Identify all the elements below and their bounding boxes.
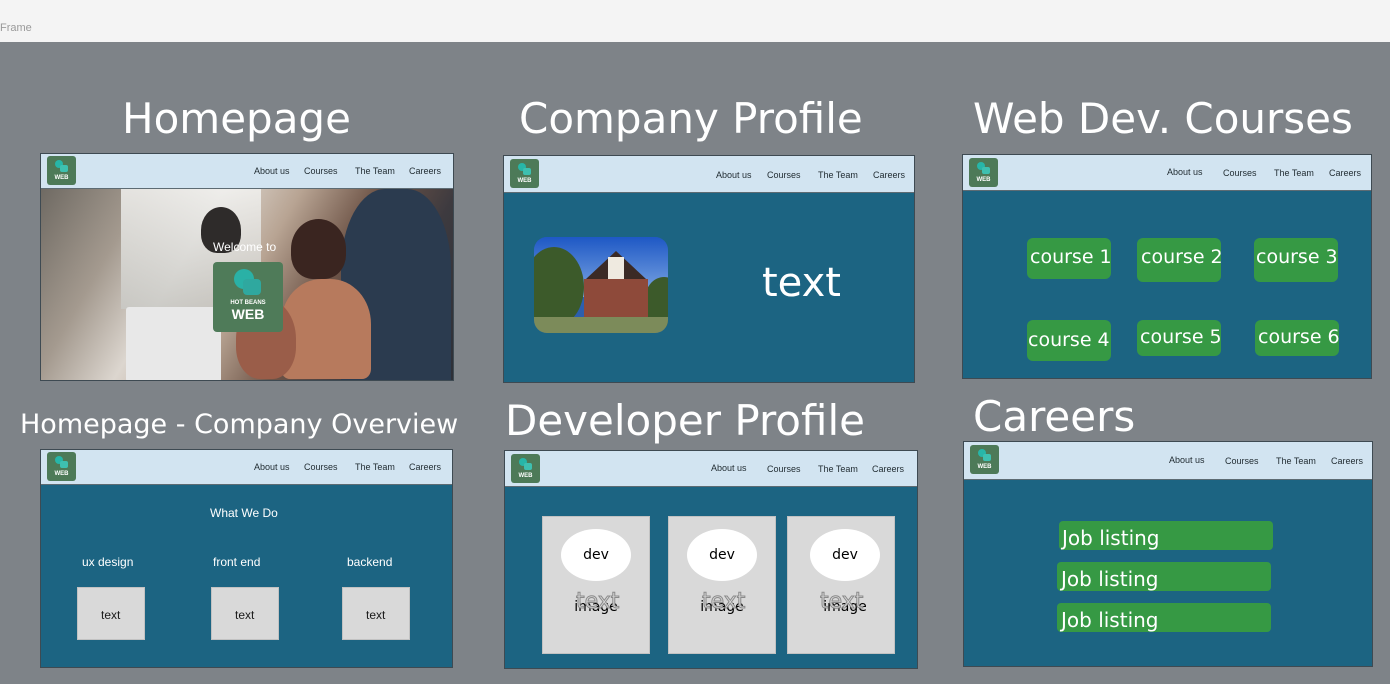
developer-text: text [575,589,620,615]
title-careers: Careers [973,392,1136,441]
nav-about-link[interactable]: About us [1167,167,1203,177]
course-button-2[interactable]: course 2 [1137,238,1223,282]
nav-about-link[interactable]: About us [254,166,290,176]
nav-bar: WEB About us Courses The Team Careers [41,450,452,485]
hot-beans-logo-icon[interactable]: WEB [510,159,539,188]
developer-card[interactable]: dev image text [542,516,650,654]
nav-team-link[interactable]: The Team [355,462,395,472]
nav-careers-link[interactable]: Careers [1329,168,1361,178]
title-developer-profile: Developer Profile [505,396,865,445]
developer-card[interactable]: dev image text [787,516,895,654]
nav-courses-link[interactable]: Courses [1223,168,1257,178]
nav-about-link[interactable]: About us [716,170,752,180]
course-button-6[interactable]: course 6 [1255,320,1340,356]
company-profile-frame[interactable]: WEB About us Courses The Team Careers te… [503,155,915,383]
overview-column-label: backend [347,555,393,569]
nav-bar: WEB About us Courses The Team Careers [41,154,453,189]
developer-image: dev image [810,529,880,615]
nav-courses-link[interactable]: Courses [767,170,801,180]
nav-about-link[interactable]: About us [1169,455,1205,465]
nav-team-link[interactable]: The Team [1274,168,1314,178]
nav-careers-link[interactable]: Careers [1331,456,1363,466]
job-listing-button[interactable]: Job listing [1057,562,1271,591]
developer-image: dev image [687,529,757,615]
developer-text: text [701,589,746,615]
overview-text-box: text [211,587,279,640]
nav-about-link[interactable]: About us [711,463,747,473]
hot-beans-logo-icon[interactable]: WEB [969,158,998,187]
nav-careers-link[interactable]: Careers [409,166,441,176]
course-button-4[interactable]: course 4 [1027,320,1111,361]
nav-about-link[interactable]: About us [254,462,290,472]
title-company-profile: Company Profile [519,94,863,143]
editor-topbar [0,0,1390,42]
frame-label[interactable]: Frame [0,22,32,34]
overview-box-text: text [366,608,386,622]
title-homepage: Homepage [122,94,351,143]
course-button-3[interactable]: course 3 [1254,238,1338,282]
nav-bar: WEB About us Courses The Team Careers [504,156,914,193]
nav-careers-link[interactable]: Careers [409,462,441,472]
developer-card[interactable]: dev image text [668,516,776,654]
company-profile-text: text [762,260,841,306]
overview-column-label: front end [213,555,261,569]
job-listing-button[interactable]: Job listing [1059,521,1273,550]
overview-column-label: ux design [82,555,134,569]
nav-courses-link[interactable]: Courses [1225,456,1259,466]
hero-logo-icon: HOT BEANS WEB [213,262,283,332]
nav-courses-link[interactable]: Courses [304,462,338,472]
overview-text-box: text [77,587,145,640]
careers-frame[interactable]: WEB About us Courses The Team Careers Jo… [963,441,1373,667]
hot-beans-logo-icon[interactable]: WEB [47,156,76,185]
nav-team-link[interactable]: The Team [818,464,858,474]
course-button-1[interactable]: course 1 [1027,238,1112,279]
nav-courses-link[interactable]: Courses [767,464,801,474]
nav-bar: WEB About us Courses The Team Careers [964,442,1372,480]
job-listing-button[interactable]: Job listing [1057,603,1271,632]
developer-text: text [819,589,864,615]
overview-text-box: text [342,587,410,640]
nav-careers-link[interactable]: Careers [873,170,905,180]
company-building-image [534,237,668,333]
hero-logo-big-text: WEB [231,306,265,322]
hot-beans-logo-icon[interactable]: WEB [970,445,999,474]
developer-image: dev image [561,529,631,615]
course-button-5[interactable]: course 5 [1137,320,1222,356]
overview-heading: What We Do [210,506,278,520]
hero-welcome-text: Welcome to [213,240,277,254]
hot-beans-logo-icon[interactable]: WEB [47,452,76,481]
title-company-overview: Homepage - Company Overview [20,409,459,440]
title-web-dev-courses: Web Dev. Courses [973,94,1353,143]
homepage-frame[interactable]: WEB About us Courses The Team Careers We… [40,153,454,381]
developer-profile-frame[interactable]: WEB About us Courses The Team Careers de… [504,450,918,669]
nav-team-link[interactable]: The Team [1276,456,1316,466]
overview-box-text: text [101,608,121,622]
nav-careers-link[interactable]: Careers [872,464,904,474]
overview-box-text: text [235,608,255,622]
courses-frame[interactable]: WEB About us Courses The Team Careers co… [962,154,1372,379]
company-overview-frame[interactable]: WEB About us Courses The Team Careers Wh… [40,449,453,668]
nav-bar: WEB About us Courses The Team Careers [963,155,1371,191]
nav-team-link[interactable]: The Team [355,166,395,176]
hero-image: Welcome to HOT BEANS WEB [41,189,453,380]
hot-beans-logo-icon[interactable]: WEB [511,454,540,483]
nav-bar: WEB About us Courses The Team Careers [505,451,917,487]
nav-courses-link[interactable]: Courses [304,166,338,176]
nav-team-link[interactable]: The Team [818,170,858,180]
